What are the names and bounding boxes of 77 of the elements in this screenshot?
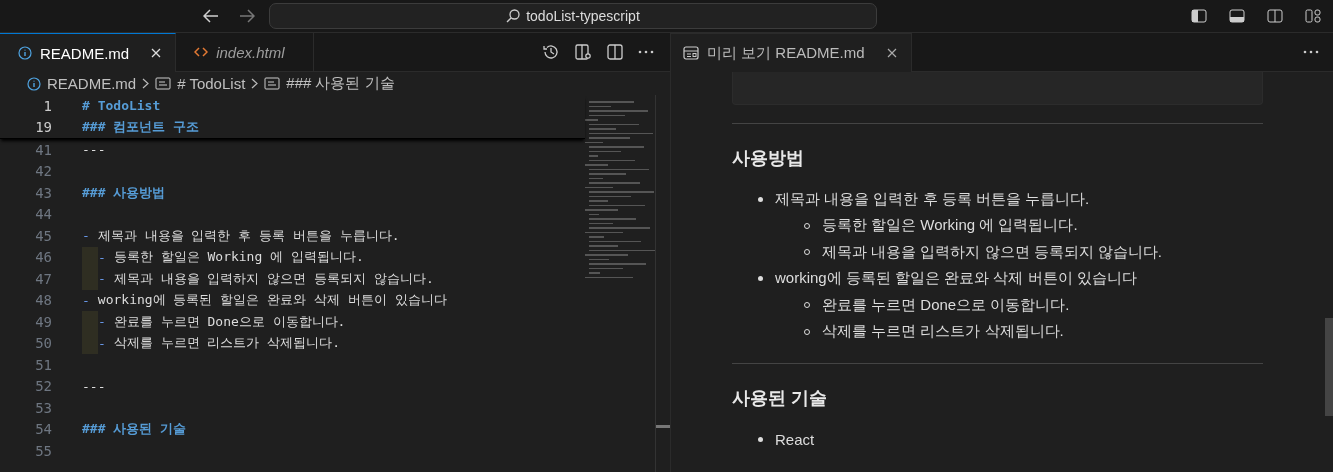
line-number: 48 — [34, 292, 52, 309]
breadcrumb-item[interactable]: README.md — [47, 75, 137, 92]
list-item: 삭제를 누르면 리스트가 삭제됩니다. — [822, 322, 1064, 342]
code-line: 제목과 내용을 입력한 후 등록 버튼을 누릅니다. — [97, 226, 400, 245]
line-number: 42 — [34, 163, 52, 180]
list-marker: - — [82, 292, 90, 308]
code-line: 삭제를 누르면 리스트가 삭제됩니다. — [113, 334, 341, 353]
code-line: 제목과 내용을 입력하지 않으면 등록되지 않습니다. — [113, 269, 434, 288]
list-item: 제목과 내용을 입력한 후 등록 버튼을 누릅니다. — [775, 189, 1090, 209]
code-line: 완료를 누르면 Done으로 이동합니다. — [113, 312, 346, 331]
list-item: 완료를 누르면 Done으로 이동합니다. — [822, 295, 1070, 315]
forward-arrow-icon[interactable] — [239, 9, 255, 23]
list-marker: - — [98, 249, 106, 265]
sidebar-toggle-icon[interactable] — [1191, 9, 1207, 23]
list-marker: - — [98, 335, 106, 351]
chevron-icon — [142, 78, 150, 89]
code-line: 등록한 할일은 Working 에 입력됩니다. — [113, 248, 364, 267]
scrollbar-thumb[interactable] — [1325, 318, 1333, 416]
command-search-bar[interactable]: todoList-typescript — [269, 3, 877, 29]
line-number: 1 — [42, 97, 52, 114]
code-line: ### 사용방법 — [82, 183, 166, 202]
list-item: 등록한 할일은 Working 에 입력됩니다. — [822, 216, 1078, 236]
close-icon[interactable] — [886, 48, 897, 58]
line-number: 52 — [34, 378, 52, 395]
preview-heading: 사용방법 — [732, 147, 805, 170]
bullet-icon — [758, 276, 763, 282]
line-number: 44 — [34, 206, 52, 223]
bullet-icon — [758, 196, 763, 202]
chevron-icon — [251, 78, 259, 89]
list-marker: - — [98, 271, 106, 287]
split-editor-icon[interactable] — [606, 43, 624, 61]
panel-toggle-icon[interactable] — [1229, 9, 1245, 23]
text-symbol-icon — [264, 77, 281, 90]
text-symbol-icon — [155, 77, 172, 90]
info-icon — [27, 76, 41, 91]
bullet-icon — [758, 436, 763, 442]
layout-customize-icon[interactable] — [1305, 9, 1321, 23]
more-icon[interactable] — [638, 50, 654, 54]
line-number: 49 — [34, 313, 52, 330]
more-icon[interactable] — [1303, 50, 1319, 54]
code-brackets-icon — [194, 46, 209, 58]
line-number: 50 — [34, 335, 52, 352]
line-number: 19 — [34, 119, 52, 136]
code-line: working에 등록된 할일은 완료와 삭제 버튼이 있습니다 — [97, 291, 447, 310]
list-item: 제목과 내용을 입력하지 않으면 등록되지 않습니다. — [822, 242, 1162, 262]
back-arrow-icon[interactable] — [203, 9, 219, 23]
line-number: 47 — [34, 270, 52, 287]
line-number: 46 — [34, 249, 52, 266]
line-number: 55 — [34, 442, 52, 459]
list-marker: - — [82, 228, 90, 244]
list-marker: - — [98, 314, 106, 330]
search-icon — [506, 9, 521, 23]
preview-icon — [683, 46, 699, 60]
scrollbar-thumb[interactable] — [656, 425, 671, 428]
breadcrumb-item[interactable]: ### 사용된 기술 — [286, 74, 395, 93]
info-icon — [18, 46, 32, 60]
breadcrumb-item[interactable]: # TodoList — [177, 75, 246, 92]
list-item: working에 등록된 할일은 완료와 삭제 버튼이 있습니다 — [775, 269, 1137, 289]
editor-tab[interactable]: README.md — [0, 33, 177, 72]
editor-tab[interactable]: index.html — [176, 33, 314, 71]
line-number: 53 — [34, 399, 52, 416]
preview-heading: 사용된 기술 — [732, 387, 828, 410]
code-line: --- — [82, 142, 106, 158]
preview-tab[interactable]: 미리 보기 README.md — [671, 33, 912, 72]
split-layout-icon[interactable] — [1267, 9, 1283, 23]
code-line: # TodoList — [82, 98, 161, 114]
history-icon[interactable] — [542, 43, 560, 61]
preview-side-icon[interactable] — [574, 43, 592, 61]
code-line: ### 컴포넌트 구조 — [82, 118, 200, 137]
line-number: 54 — [34, 421, 52, 438]
line-number: 51 — [34, 356, 52, 373]
line-number: 43 — [34, 184, 52, 201]
line-number: 45 — [34, 227, 52, 244]
line-number: 41 — [34, 141, 52, 158]
code-line: ### 사용된 기술 — [82, 420, 187, 439]
list-item: React — [775, 430, 815, 448]
code-line: --- — [82, 378, 106, 394]
